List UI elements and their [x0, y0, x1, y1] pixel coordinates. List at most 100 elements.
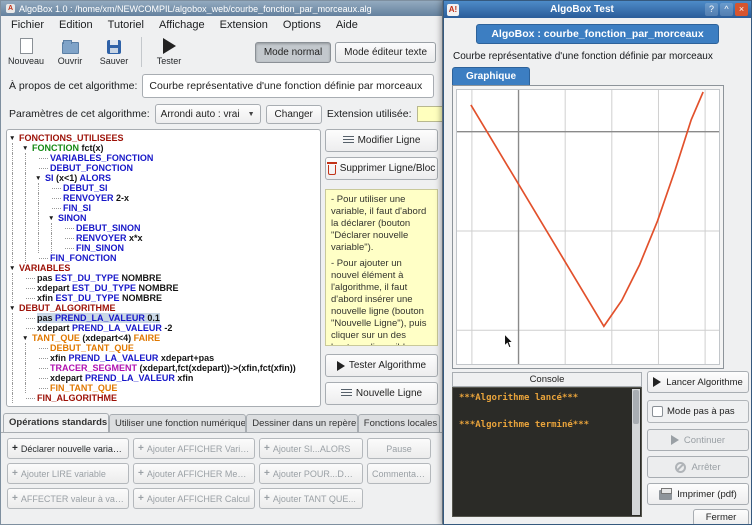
delete-line-button[interactable]: Supprimer Ligne/Bloc	[325, 157, 438, 180]
stop-button[interactable]: Arrêter	[647, 456, 749, 478]
toolbar-button-nouveau[interactable]: Nouveau	[5, 36, 47, 68]
expand-arrow-icon[interactable]: ▼	[9, 134, 19, 143]
tree-line[interactable]: ▼SI (x<1) ALORS	[9, 173, 318, 183]
button-declarer-nouvelle-variable[interactable]: +Déclarer nouvelle variable	[7, 438, 129, 459]
continue-button[interactable]: Continuer	[647, 429, 749, 451]
button-ajouter-tant-que[interactable]: +Ajouter TANT QUE...	[259, 488, 363, 509]
tree-line[interactable]: ▼FONCTION fct(x)	[9, 143, 318, 153]
change-button[interactable]: Changer	[266, 105, 322, 124]
button-ajouter-lire-variable[interactable]: +Ajouter LIRE variable	[7, 463, 129, 484]
test-titlebar[interactable]: A! AlgoBox Test ?^×	[444, 1, 751, 18]
tab-utiliser-une-fonction-numerique[interactable]: Utiliser une fonction numérique	[109, 414, 246, 432]
tab-fonctions-locales[interactable]: Fonctions locales	[358, 414, 440, 432]
button-ajouter-pour-de-a[interactable]: +Ajouter POUR...DE...A	[259, 463, 363, 484]
graph-frame	[452, 85, 724, 369]
tree-line[interactable]: FIN_FONCTION	[9, 253, 318, 263]
new-line-button[interactable]: Nouvelle Ligne	[325, 382, 438, 405]
tree-line[interactable]: xdepart PREND_LA_VALEUR xfin	[9, 373, 318, 383]
tree-line[interactable]: DEBUT_SI	[9, 183, 318, 193]
tree-line[interactable]: FIN_ALGORITHME	[9, 393, 318, 403]
menu-item-options[interactable]: Options	[276, 17, 328, 33]
print-pdf-button[interactable]: Imprimer (pdf)	[647, 483, 749, 505]
button-ajouter-afficher-variable[interactable]: +Ajouter AFFICHER Variable	[133, 438, 255, 459]
menu-item-tutoriel[interactable]: Tutoriel	[101, 17, 151, 33]
menu-item-edition[interactable]: Edition	[52, 17, 100, 33]
extension-label: Extension utilisée:	[327, 108, 412, 120]
tab-dessiner-dans-un-repere[interactable]: Dessiner dans un repère	[246, 414, 358, 432]
modify-line-button[interactable]: Modifier Ligne	[325, 129, 438, 152]
tree-line[interactable]: ▼DEBUT_ALGORITHME	[9, 303, 318, 313]
button-ajouter-si-alors[interactable]: +Ajouter SI...ALORS	[259, 438, 363, 459]
mode-text-editor-button[interactable]: Mode éditeur texte	[335, 42, 436, 63]
expand-arrow-icon[interactable]: ▼	[48, 214, 58, 223]
plus-icon: +	[264, 493, 270, 504]
menu-item-aide[interactable]: Aide	[329, 17, 365, 33]
tree-line[interactable]: FIN_SI	[9, 203, 318, 213]
button-commentaire[interactable]: Commentaire	[367, 463, 431, 484]
tree-line[interactable]: VARIABLES_FONCTION	[9, 153, 318, 163]
tree-line-text: xfin PREND_LA_VALEUR xdepart+pas	[50, 353, 214, 363]
algorithm-description: Courbe représentative d'une fonction déf…	[453, 51, 742, 62]
tree-line[interactable]: ▼SINON	[9, 213, 318, 223]
run-algorithm-button[interactable]: Lancer Algorithme	[647, 371, 749, 393]
tree-line[interactable]: RENVOYER 2-x	[9, 193, 318, 203]
button-pause[interactable]: Pause	[367, 438, 431, 459]
tab-graphique[interactable]: Graphique	[452, 67, 530, 85]
tree-line-text: pas PREND_LA_VALEUR 0.1	[37, 313, 160, 323]
button-ajouter-afficher-message[interactable]: +Ajouter AFFICHER Message	[133, 463, 255, 484]
test-algorithm-button[interactable]: Tester Algorithme	[325, 354, 438, 377]
tree-line[interactable]: DEBUT_SINON	[9, 223, 318, 233]
extension-field[interactable]	[417, 106, 442, 122]
plus-icon: +	[12, 468, 18, 479]
editor-window-title: AlgoBox 1.0 : /home/xm/NEWCOMPIL/algobox…	[19, 4, 372, 14]
tree-line[interactable]: TRACER_SEGMENT (xdepart,fct(xdepart))->(…	[9, 363, 318, 373]
button-ajouter-afficher-calcul[interactable]: +Ajouter AFFICHER Calcul	[133, 488, 255, 509]
toolbar-button-sauver[interactable]: Sauver	[93, 37, 135, 68]
close-window-button[interactable]: Fermer	[693, 509, 749, 525]
params-row: Paramètres de cet algorithme: Arrondi au…	[1, 101, 442, 127]
shade-button[interactable]: ^	[720, 3, 733, 16]
button-affecter-valeur-a-variable[interactable]: +AFFECTER valeur à variable	[7, 488, 129, 509]
tree-line[interactable]: ▼FONCTIONS_UTILISEES	[9, 133, 318, 143]
expand-arrow-icon[interactable]: ▼	[9, 264, 19, 273]
tree-line[interactable]: pas EST_DU_TYPE NOMBRE	[9, 273, 318, 283]
tree-line[interactable]: xfin EST_DU_TYPE NOMBRE	[9, 293, 318, 303]
menu-item-extension[interactable]: Extension	[213, 17, 275, 33]
menu-item-affichage[interactable]: Affichage	[152, 17, 212, 33]
open-folder-icon	[62, 42, 79, 54]
tree-line[interactable]: FIN_TANT_QUE	[9, 383, 318, 393]
toolbar-button-ouvrir[interactable]: Ouvrir	[49, 36, 91, 68]
editor-titlebar[interactable]: A AlgoBox 1.0 : /home/xm/NEWCOMPIL/algob…	[1, 1, 442, 16]
tree-line-text: SI (x<1) ALORS	[45, 173, 111, 183]
test-window: A! AlgoBox Test ?^× AlgoBox : courbe_fon…	[443, 0, 752, 525]
help-button[interactable]: ?	[705, 3, 718, 16]
tree-line-text: VARIABLES	[19, 263, 70, 273]
save-disk-icon	[107, 40, 121, 54]
step-mode-checkbox[interactable]	[652, 406, 663, 417]
menu-item-fichier[interactable]: Fichier	[4, 17, 51, 33]
tree-line[interactable]: DEBUT_FONCTION	[9, 163, 318, 173]
tree-line[interactable]: xfin PREND_LA_VALEUR xdepart+pas	[9, 353, 318, 363]
toolbar-button-tester[interactable]: Tester	[148, 36, 190, 68]
tree-line[interactable]: ▼TANT_QUE (xdepart<4) FAIRE	[9, 333, 318, 343]
tree-line-text: xdepart PREND_LA_VALEUR -2	[37, 323, 172, 333]
tree-line[interactable]: FIN_SINON	[9, 243, 318, 253]
algorithm-tree[interactable]: ▼FONCTIONS_UTILISEES▼FONCTION fct(x)VARI…	[6, 129, 321, 407]
tree-line[interactable]: DEBUT_TANT_QUE	[9, 343, 318, 353]
about-input[interactable]	[142, 74, 434, 98]
tree-line[interactable]: RENVOYER x*x	[9, 233, 318, 243]
expand-arrow-icon[interactable]: ▼	[35, 174, 45, 183]
expand-arrow-icon[interactable]: ▼	[22, 334, 32, 343]
rounding-combo[interactable]: Arrondi auto : vrai ▼	[155, 104, 261, 124]
expand-arrow-icon[interactable]: ▼	[22, 144, 32, 153]
console-scrollbar[interactable]	[632, 389, 640, 515]
tree-line[interactable]: xdepart PREND_LA_VALEUR -2	[9, 323, 318, 333]
tree-line-text: FIN_SINON	[76, 243, 124, 253]
tree-line[interactable]: xdepart EST_DU_TYPE NOMBRE	[9, 283, 318, 293]
tree-line[interactable]: ▼VARIABLES	[9, 263, 318, 273]
mode-normal-button[interactable]: Mode normal	[255, 42, 331, 63]
tab-operations-standards[interactable]: Opérations standards	[3, 413, 109, 432]
tree-line[interactable]: pas PREND_LA_VALEUR 0.1	[9, 313, 318, 323]
expand-arrow-icon[interactable]: ▼	[9, 304, 19, 313]
close-button[interactable]: ×	[735, 3, 748, 16]
